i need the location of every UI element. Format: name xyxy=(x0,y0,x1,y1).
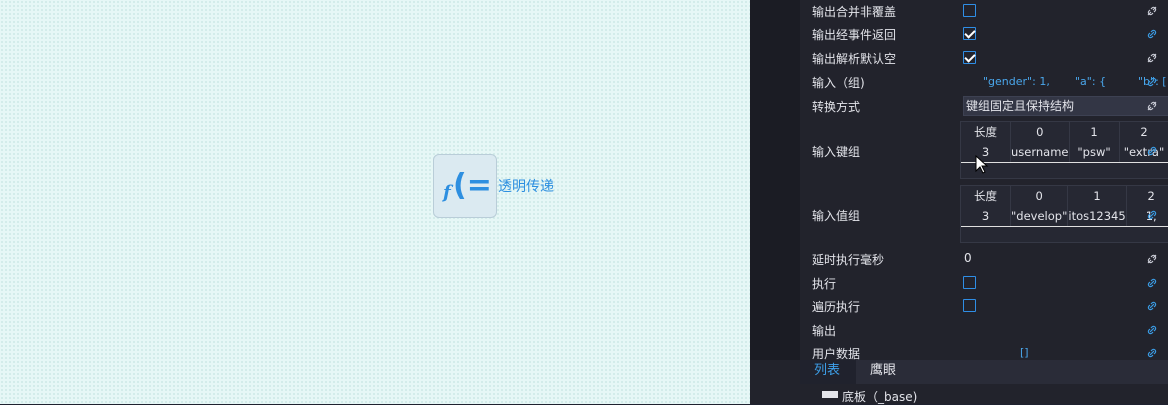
flow-canvas[interactable]: f (=) 透明传递 xyxy=(0,0,750,404)
node-label: 透明传递 xyxy=(498,179,554,195)
property-list: 输出合并非覆盖 输出经事件返回 输出解析默认空 输入（组) "gender": … xyxy=(800,0,1168,360)
link-icon[interactable] xyxy=(1146,347,1158,359)
prop-convert: 转换方式 键组固定且保持结构 xyxy=(800,96,1168,116)
mouse-cursor-icon xyxy=(975,155,989,174)
prop-delay: 延时执行毫秒 0 xyxy=(800,251,1168,267)
link-icon[interactable] xyxy=(1146,300,1158,312)
execute-checkbox[interactable] xyxy=(963,276,976,289)
link-icon[interactable] xyxy=(1146,28,1158,40)
input-group-value-1[interactable]: "a": { xyxy=(1075,75,1106,88)
prop-input-values: 输入值组 长度 0 1 2 3 "develop" itos12345 1, xyxy=(800,185,1168,245)
grid-header: 0 xyxy=(1010,186,1069,206)
prop-label: 输出合并非覆盖 xyxy=(812,5,897,19)
unlink-icon[interactable] xyxy=(1146,253,1158,265)
grid-cell[interactable]: itos12345 xyxy=(1067,206,1127,227)
grid-cell[interactable]: "develop" xyxy=(1010,206,1069,227)
iterate-checkbox[interactable] xyxy=(963,299,976,312)
prop-label: 转换方式 xyxy=(812,100,861,114)
out-merge-checkbox[interactable] xyxy=(963,4,976,17)
user-data-value[interactable]: [] xyxy=(1020,346,1029,359)
grid-cell[interactable]: username xyxy=(1010,142,1070,163)
transparent-pass-node[interactable]: f (=) 透明传递 xyxy=(433,154,554,218)
grid-header: 0 xyxy=(1010,122,1070,142)
prop-out-merge: 输出合并非覆盖 xyxy=(800,3,1168,19)
input-group-value-0[interactable]: "gender": 1, xyxy=(983,75,1050,88)
grid-cell[interactable]: 3 xyxy=(961,206,1011,227)
prop-label: 输出解析默认空 xyxy=(812,52,897,66)
prop-output: 输出 xyxy=(800,322,1168,338)
grid-header: 1 xyxy=(1067,186,1127,206)
grid-header: 长度 xyxy=(961,122,1011,142)
grid-header: 2 xyxy=(1119,122,1168,142)
svg-text:(=): (=) xyxy=(453,168,491,203)
prop-label: 输出 xyxy=(812,324,837,338)
link-icon[interactable] xyxy=(1146,324,1158,336)
link-icon[interactable] xyxy=(1146,76,1158,88)
out-event-checkbox[interactable] xyxy=(963,27,976,40)
properties-panel: 输出合并非覆盖 输出经事件返回 输出解析默认空 输入（组) "gender": … xyxy=(750,0,1168,404)
prop-label: 输入值组 xyxy=(812,209,861,223)
unlink-icon[interactable] xyxy=(1146,52,1158,64)
delay-value[interactable]: 0 xyxy=(964,251,972,265)
unlink-icon[interactable] xyxy=(1146,100,1158,112)
prop-label: 输入（组) xyxy=(812,76,865,90)
prop-label: 输入键组 xyxy=(812,145,861,159)
prop-out-parse: 输出解析默认空 xyxy=(800,50,1168,66)
tab-hawkeye[interactable]: 鹰眼 xyxy=(870,360,896,384)
panel-gutter xyxy=(750,0,800,360)
prop-out-event: 输出经事件返回 xyxy=(800,26,1168,42)
link-icon[interactable] xyxy=(1146,277,1158,289)
bottom-tabs: 列表 鹰眼 xyxy=(800,360,1168,384)
function-icon[interactable]: f (=) xyxy=(433,154,497,218)
grid-header: 1 xyxy=(1069,122,1120,142)
out-parse-checkbox[interactable] xyxy=(963,51,976,64)
grid-header: 2 xyxy=(1126,186,1168,206)
tab-list[interactable]: 列表 xyxy=(814,360,840,384)
prop-label: 遍历执行 xyxy=(812,300,861,314)
link-icon[interactable] xyxy=(1146,209,1158,221)
grid-header: 长度 xyxy=(961,186,1011,206)
convert-select-value: 键组固定且保持结构 xyxy=(966,99,1075,113)
prop-label: 输出经事件返回 xyxy=(812,28,897,42)
values-grid[interactable]: 长度 0 1 2 3 "develop" itos12345 1, xyxy=(960,185,1168,243)
unlink-icon[interactable] xyxy=(1146,5,1158,17)
prop-label: 用户数据 xyxy=(812,347,861,360)
link-icon[interactable] xyxy=(1146,145,1158,157)
prop-label: 延时执行毫秒 xyxy=(812,253,885,267)
tree-panel: 底板（_base) xyxy=(800,384,1168,404)
prop-label: 执行 xyxy=(812,277,837,291)
prop-user-data: 用户数据 [] xyxy=(800,345,1168,360)
keys-grid[interactable]: 长度 0 1 2 3 username "psw" "extra" xyxy=(960,121,1168,179)
grid-cell[interactable]: "psw" xyxy=(1069,142,1120,163)
prop-execute: 执行 xyxy=(800,275,1168,291)
tree-item-base[interactable]: 底板（_base) xyxy=(842,388,917,405)
grid-cell[interactable]: "extra" xyxy=(1119,142,1168,163)
prop-input-group: 输入（组) "gender": 1, "a": { "b": [ xyxy=(800,74,1168,90)
layer-icon xyxy=(822,391,838,398)
convert-select[interactable]: 键组固定且保持结构 xyxy=(963,96,1168,116)
prop-iterate: 遍历执行 xyxy=(800,298,1168,314)
